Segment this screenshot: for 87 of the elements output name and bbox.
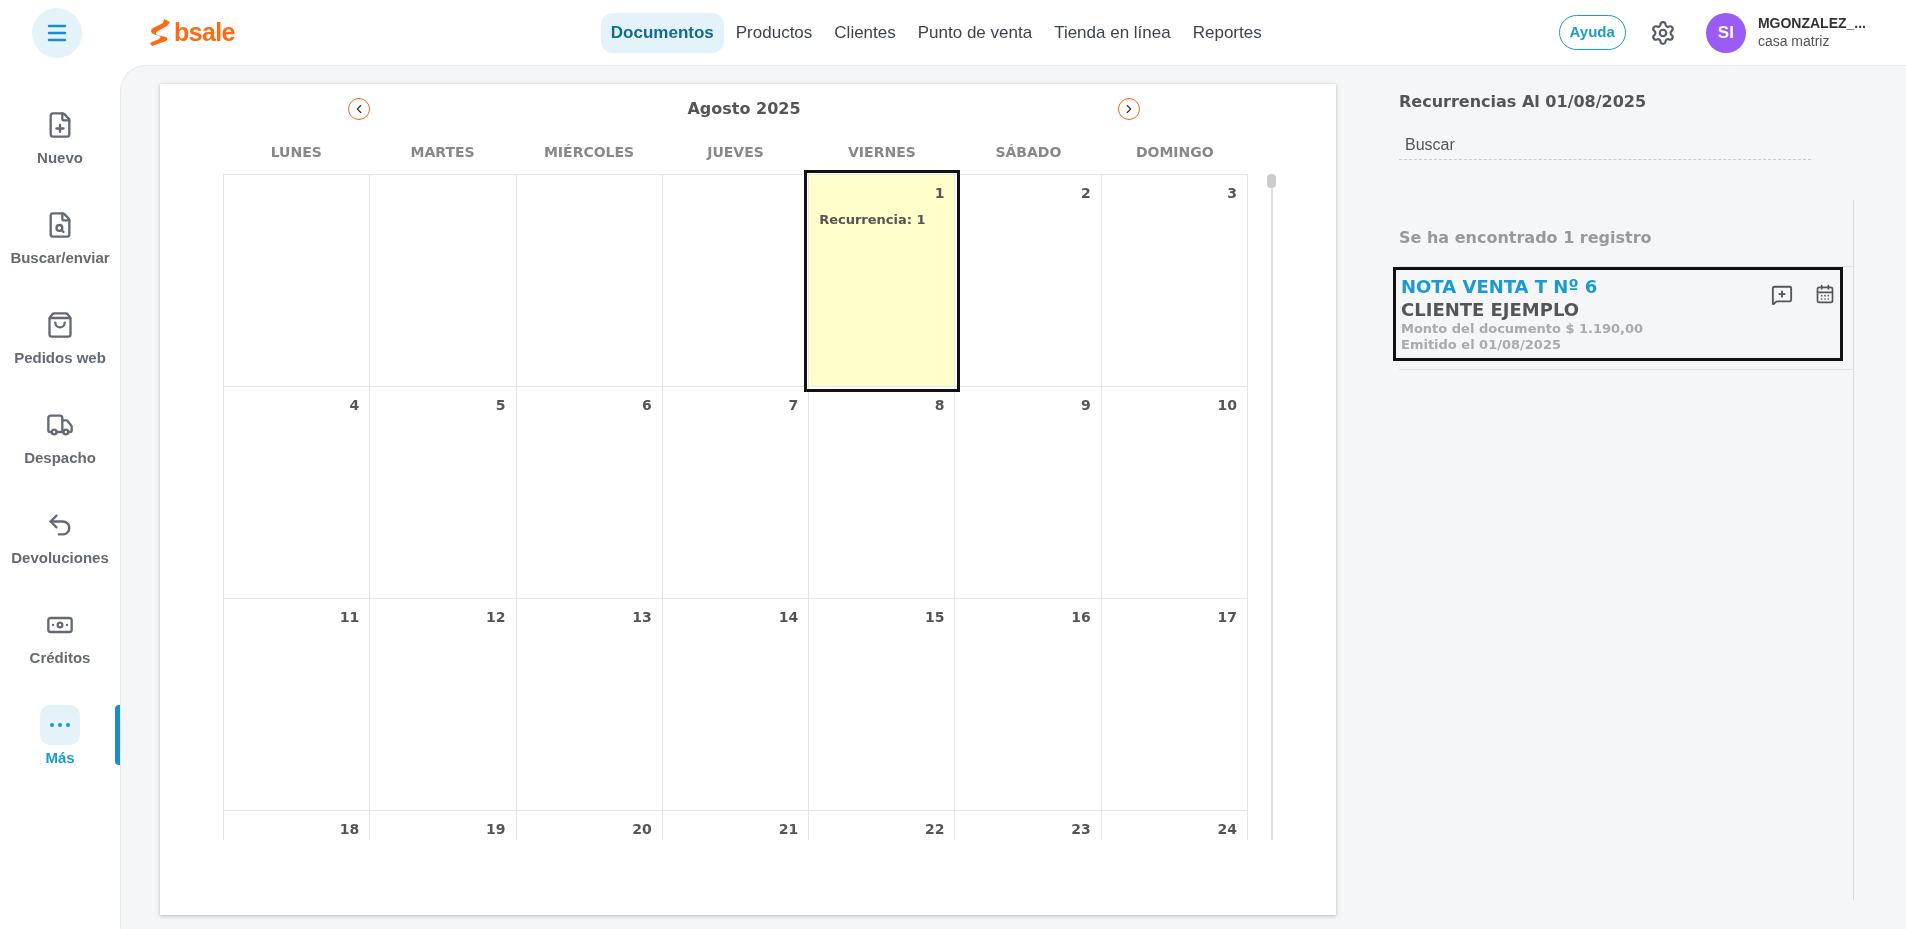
calendar-cell[interactable]: 22 [809,811,956,840]
day-number: 13 [632,608,652,627]
day-number: 4 [349,396,360,415]
weekday-header: MIÉRCOLES [542,142,636,162]
calendar-cell[interactable]: 9 [955,387,1102,599]
day-number: 24 [1217,820,1237,839]
calendar-cell[interactable]: 5 [370,387,517,599]
weekday-header: VIERNES [847,142,917,162]
day-number: 11 [339,608,360,627]
day-number: 3 [1227,184,1237,203]
more-icon [50,723,70,727]
selection-bar [115,705,120,765]
day-number: 12 [486,608,506,627]
calendar-event[interactable]: Recurrencia: 1 [819,210,945,230]
user-avatar[interactable]: SI [1705,12,1746,53]
weekday-header: JUEVES [705,142,765,162]
calendar-cell[interactable]: 14 [662,599,810,811]
day-number: 21 [778,820,799,839]
nav-tab[interactable]: Clientes [824,12,906,53]
calendar-cell[interactable]: 8 [809,387,956,599]
day-number: 7 [788,396,799,415]
day-number: 16 [1071,608,1091,627]
calendar-cell[interactable]: 16 [955,599,1102,811]
calendar-cell[interactable]: 17 [1101,599,1248,811]
sidebar-item[interactable]: Despacho [0,405,120,505]
calendar-cell[interactable]: 21 [662,811,810,840]
bag-icon [46,311,74,339]
month-title: Agosto 2025 [686,98,802,120]
day-number: 10 [1217,396,1237,415]
weekday-header: LUNES [269,142,323,162]
sidebar-item[interactable]: Nuevo [0,105,120,205]
sidebar-item[interactable]: Pedidos web [0,305,120,405]
calendar-cell[interactable]: 11 [224,599,371,811]
user-name: MGONZALEZ_... [1757,15,1866,33]
nav-tab[interactable]: Productos [725,12,823,53]
add-comment-icon[interactable] [1771,284,1793,306]
calendar-cell[interactable]: 24 [1101,811,1248,840]
issue-date: Emitido el 01/08/2025 [1401,337,1562,354]
day-number: 14 [778,608,799,627]
calendar-cell[interactable]: 2 [955,175,1102,387]
weekday-header: DOMINGO [1134,142,1215,162]
calendar-cell[interactable]: 10 [1101,387,1248,599]
scrollbar[interactable] [1268,174,1275,840]
record-card[interactable]: NOTA VENTA T Nº 6 CLIENTE EJEMPLO Monto del documento $ 1.190,00 Emitido el 01/08/2025 [1393,267,1843,361]
day-number: 1 [934,184,945,203]
logo-icon [150,19,170,46]
branch-name: casa matriz [1757,32,1831,50]
calendar-cell[interactable]: 13 [516,599,663,811]
day-number: 17 [1217,608,1237,627]
calendar-cell[interactable]: 4 [224,387,371,599]
calendar-cell[interactable]: 15 [809,599,956,811]
day-number: 6 [642,396,652,415]
sidebar-item[interactable]: Buscar/enviar [0,205,120,305]
client-name: CLIENTE EJEMPLO [1401,298,1581,321]
calendar-cell[interactable]: 3 [1101,175,1248,387]
weekday-header: SÁBADO [994,142,1063,162]
calendar-cell[interactable]: 20 [516,811,663,840]
menu-button[interactable] [32,7,82,58]
settings-icon[interactable] [1649,19,1676,46]
nav-tab[interactable]: Punto de venta [907,12,1043,53]
result-count: Se ha encontrado 1 registro [1399,227,1653,249]
calendar-cell[interactable]: 12 [370,599,517,811]
search-field[interactable]: Buscar [1399,130,1811,160]
day-number: 18 [339,820,360,839]
day-number: 23 [1071,820,1091,839]
day-number: 19 [486,820,506,839]
calendar-cell[interactable]: 19 [370,811,517,840]
nav-tab[interactable]: Tienda en línea [1044,12,1181,53]
sidebar-item[interactable]: Devoluciones [0,505,120,605]
day-number: 5 [495,396,506,415]
weekday-header: MARTES [409,142,476,162]
day-number: 20 [632,820,652,839]
panel-title: Recurrencias Al 01/08/2025 [1399,91,1648,113]
calendar-cell[interactable]: 18 [224,811,371,840]
calendar-cell[interactable]: 6 [516,387,663,599]
day-number: 22 [924,820,945,839]
calendar-cell[interactable]: 23 [955,811,1102,840]
day-number: 9 [1080,396,1091,415]
sidebar-item[interactable]: Créditos [0,605,120,705]
calendar-cell[interactable]: 7 [662,387,810,599]
nav-tab[interactable]: Documentos [600,12,724,53]
nav-tab[interactable]: Reportes [1182,12,1272,53]
document-amount: Monto del documento $ 1.190,00 [1401,321,1645,338]
day-number: 2 [1080,184,1091,203]
calendar-icon[interactable] [1815,284,1835,304]
day-number: 8 [934,396,945,415]
day-number: 15 [924,608,945,627]
